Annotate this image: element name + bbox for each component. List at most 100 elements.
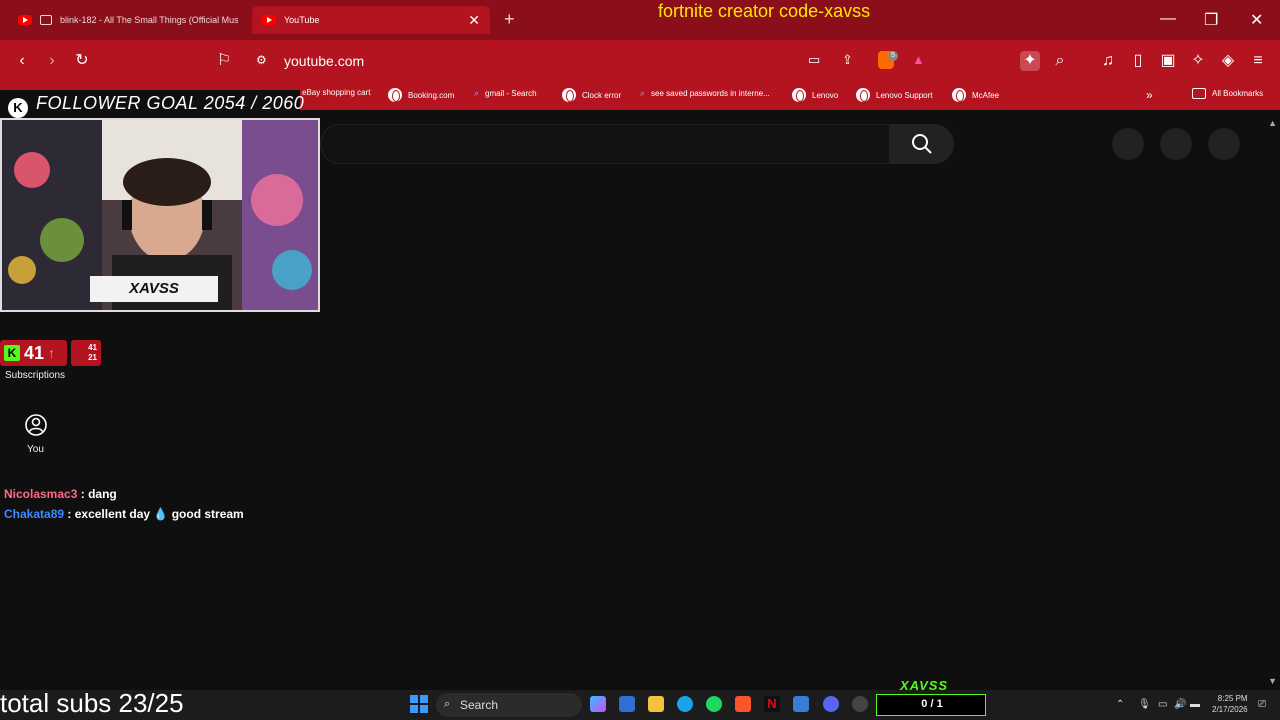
cam-name-plate: XAVSS [90, 276, 218, 302]
kick-stat-top: 41 [88, 343, 97, 352]
windows-start-icon[interactable] [410, 695, 428, 713]
bookmark-icon[interactable]: ⚐ [214, 51, 234, 71]
search-page-icon[interactable]: ⌕ [1050, 51, 1070, 71]
bookmark-ebay[interactable]: eBay shopping cart [302, 88, 371, 97]
scroll-up-arrow[interactable]: ▲ [1268, 118, 1277, 128]
forward-icon[interactable]: › [42, 51, 62, 71]
bookmark-label: Lenovo Support [876, 90, 933, 100]
globe-icon [856, 88, 870, 102]
clock-time: 8:25 PM [1217, 694, 1248, 703]
address-bar[interactable]: ⚙ youtube.com ▭ ⇪ 5 ▲ [246, 46, 940, 76]
bookmark-mcafee[interactable]: McAfee [952, 88, 999, 102]
bookmark-booking[interactable]: Booking.com [388, 88, 454, 102]
microphone-icon[interactable]: 🎙 [1138, 699, 1151, 710]
tab-blink182[interactable]: blink-182 - All The Small Things (Offici… [8, 6, 248, 34]
kick-logo-icon: K [8, 98, 28, 118]
netflix-icon[interactable]: N [764, 696, 780, 712]
bookmark-clock-error[interactable]: Clock error [562, 88, 621, 102]
extensions-icon[interactable]: ✦ [1020, 51, 1040, 71]
bookmark-lenovo-support[interactable]: Lenovo Support [856, 88, 933, 102]
clock-date: 2/17/2026 [1212, 705, 1248, 714]
bookmark-label: Clock error [582, 90, 622, 100]
bookmark-label: Booking.com [408, 90, 455, 100]
notifications-button[interactable] [1160, 128, 1192, 160]
webcam-overlay: XAVSS [0, 118, 320, 312]
chat-username: Nicolasmac3 [4, 487, 78, 501]
taskbar-search-label: Search [460, 698, 499, 712]
search-icon: ⌕ [444, 698, 451, 710]
nav-subscriptions[interactable]: Subscriptions [5, 370, 65, 381]
taskbar-search[interactable]: ⌕ Search [436, 693, 582, 717]
bookmark-label: see saved passwords in interne... [651, 89, 770, 98]
network-icon[interactable]: ▭ [1158, 699, 1167, 710]
edge-icon[interactable] [677, 696, 693, 712]
bookmark-label: Lenovo [812, 90, 839, 100]
site-settings-icon[interactable]: ⚙ [256, 53, 272, 69]
bookmark-gmail[interactable]: ⌕ gmail - Search [474, 88, 537, 99]
brave-shields-icon[interactable]: 5 [878, 51, 898, 69]
follower-goal-text: FOLLOWER GOAL 2054 / 2060 [36, 93, 305, 113]
system-clock[interactable]: 8:25 PM 2/17/2026 [1212, 693, 1248, 715]
globe-icon [952, 88, 966, 102]
xp-widget-label: XAVSS [900, 678, 949, 693]
cast-icon[interactable]: ▭ [808, 52, 820, 68]
close-window-button[interactable]: ✕ [1250, 10, 1263, 30]
kick-count: 41 [24, 342, 45, 363]
file-explorer-icon[interactable] [648, 696, 664, 712]
chat-message: Nicolasmac3 : dang [4, 487, 117, 501]
all-bookmarks-button[interactable]: All Bookmarks [1192, 88, 1263, 99]
total-subs-overlay: total subs 23/25 [0, 688, 184, 718]
close-tab-icon[interactable]: ✕ [468, 12, 480, 29]
globe-icon [562, 88, 576, 102]
back-icon[interactable]: ‹ [12, 51, 32, 71]
user-circle-icon[interactable] [25, 414, 47, 436]
bookmark-passwords[interactable]: ⌕ see saved passwords in interne... [640, 88, 770, 99]
more-bookmarks-icon[interactable]: » [1146, 88, 1153, 102]
volume-icon[interactable]: 🔊 [1174, 699, 1186, 710]
account-avatar[interactable] [1208, 128, 1240, 160]
media-icon [40, 15, 52, 25]
minimize-button[interactable]: — [1160, 10, 1176, 28]
browser-toolbar: ‹ › ↻ ⚐ ⚙ youtube.com ▭ ⇪ 5 ▲ ✦ ⌕ ♫ ▯ ▣ … [0, 40, 1280, 82]
arrow-up-icon: ↑ [48, 345, 56, 361]
search-icon: ⌕ [640, 88, 646, 98]
restore-button[interactable]: ❐ [1204, 10, 1218, 30]
obs-icon[interactable] [852, 696, 868, 712]
notification-icon[interactable]: ⎚ [1258, 699, 1266, 710]
share-icon[interactable]: ⇪ [842, 52, 853, 68]
youtube-icon [262, 15, 276, 25]
music-icon[interactable]: ♫ [1098, 51, 1118, 71]
spotify-icon[interactable] [706, 696, 722, 712]
kick-follower-badge: K 41 ↑ [0, 340, 67, 366]
menu-icon[interactable]: ≡ [1248, 51, 1268, 71]
vpn-icon[interactable]: ◈ [1218, 51, 1238, 71]
nav-you[interactable]: You [27, 444, 44, 455]
chat-text: : dang [80, 487, 117, 501]
bookmark-label: eBay shopping cart [302, 88, 371, 97]
brave-icon[interactable] [735, 696, 751, 712]
kick-stat-bottom: 21 [88, 353, 97, 362]
tab-title: YouTube [284, 15, 320, 25]
kick-logo-icon: K [4, 345, 20, 361]
sidebar-icon[interactable]: ▯ [1128, 51, 1148, 71]
youtube-search-input[interactable] [320, 124, 890, 164]
sub-goal-widget: 0 / 1 [876, 694, 986, 716]
new-tab-button[interactable]: + [504, 9, 515, 30]
wallet-icon[interactable]: ▣ [1158, 51, 1178, 71]
store-icon[interactable] [619, 696, 635, 712]
tab-youtube[interactable]: YouTube ✕ [252, 6, 490, 34]
chat-message: Chakata89 : excellent day 💧 good stream [4, 507, 244, 521]
discord-icon[interactable] [823, 696, 839, 712]
battery-icon[interactable]: ▬ [1190, 699, 1200, 710]
bookmark-lenovo[interactable]: Lenovo [792, 88, 838, 102]
app-icon[interactable] [793, 696, 809, 712]
chevron-up-icon[interactable]: ⌃ [1116, 699, 1124, 710]
youtube-search-button[interactable] [890, 124, 954, 164]
leo-ai-icon[interactable]: ✧ [1188, 51, 1208, 71]
follower-goal-overlay: K FOLLOWER GOAL 2054 / 2060 [0, 90, 304, 120]
create-button[interactable] [1112, 128, 1144, 160]
brave-rewards-icon[interactable]: ▲ [912, 52, 925, 67]
copilot-icon[interactable] [590, 696, 606, 712]
scroll-down-arrow[interactable]: ▼ [1268, 676, 1277, 686]
reload-icon[interactable]: ↻ [72, 51, 92, 71]
